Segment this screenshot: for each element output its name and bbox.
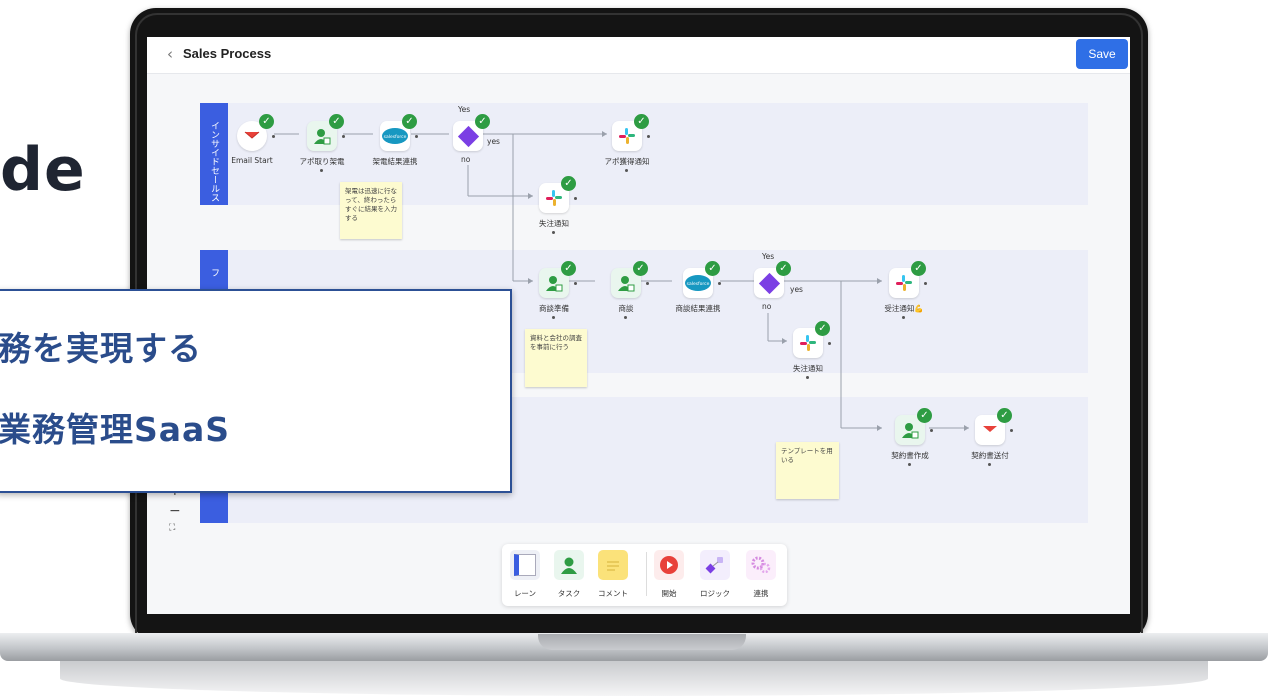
task-person-icon [554, 550, 584, 580]
check-icon: ✓ [997, 408, 1012, 423]
branch-no-label: no [461, 155, 471, 164]
check-icon: ✓ [475, 114, 490, 129]
check-icon: ✓ [561, 176, 576, 191]
palette-start-button[interactable]: 開始 [652, 550, 686, 599]
sticky-note-2[interactable]: 資料と会社の調査を事前に行う [525, 329, 587, 387]
palette-logic-button[interactable]: ロジック [698, 550, 732, 599]
branch-yes-side-label: yes [487, 137, 500, 146]
callout-line-1: 務を実現する [0, 329, 202, 368]
branch-yes-label: Yes [762, 252, 775, 261]
sticky-note-3[interactable]: テンプレートを用いる [776, 442, 839, 499]
tool-palette: レーン タスク コメント 開始 ロジック 連携 [502, 544, 787, 606]
palette-lane-button[interactable]: レーン [508, 550, 542, 599]
background-heading: de [0, 135, 86, 205]
integration-gear-icon [746, 550, 776, 580]
palette-task-button[interactable]: タスク [552, 550, 586, 599]
fit-view-icon[interactable]: ⛶ [169, 523, 175, 533]
svg-text:salesforce: salesforce [687, 281, 710, 287]
check-icon: ✓ [917, 408, 932, 423]
check-icon: ✓ [815, 321, 830, 336]
palette-divider [646, 552, 647, 596]
check-icon: ✓ [633, 261, 648, 276]
branch-no-label: no [762, 302, 772, 311]
zoom-out-button[interactable]: − [169, 503, 181, 519]
lane-icon [510, 550, 540, 580]
logic-icon [700, 550, 730, 580]
check-icon: ✓ [259, 114, 274, 129]
laptop-shadow [60, 661, 1208, 696]
start-play-icon [654, 550, 684, 580]
laptop-notch [538, 634, 746, 650]
callout-line-2: 業務管理SaaS [0, 410, 231, 449]
check-icon: ✓ [776, 261, 791, 276]
sticky-note-1[interactable]: 架電は迅速に行なって、終わったらすぐに結果を入力する [340, 182, 402, 239]
palette-integration-button[interactable]: 連携 [744, 550, 778, 599]
check-icon: ✓ [705, 261, 720, 276]
check-icon: ✓ [402, 114, 417, 129]
marketing-callout: 務を実現する 業務管理SaaS [0, 289, 512, 493]
check-icon: ✓ [561, 261, 576, 276]
check-icon: ✓ [911, 261, 926, 276]
branch-yes-side-label: yes [790, 285, 803, 294]
palette-comment-button[interactable]: コメント [596, 550, 630, 599]
svg-text:salesforce: salesforce [384, 134, 407, 140]
comment-note-icon [598, 550, 628, 580]
check-icon: ✓ [329, 114, 344, 129]
branch-yes-label: Yes [458, 105, 471, 114]
check-icon: ✓ [634, 114, 649, 129]
